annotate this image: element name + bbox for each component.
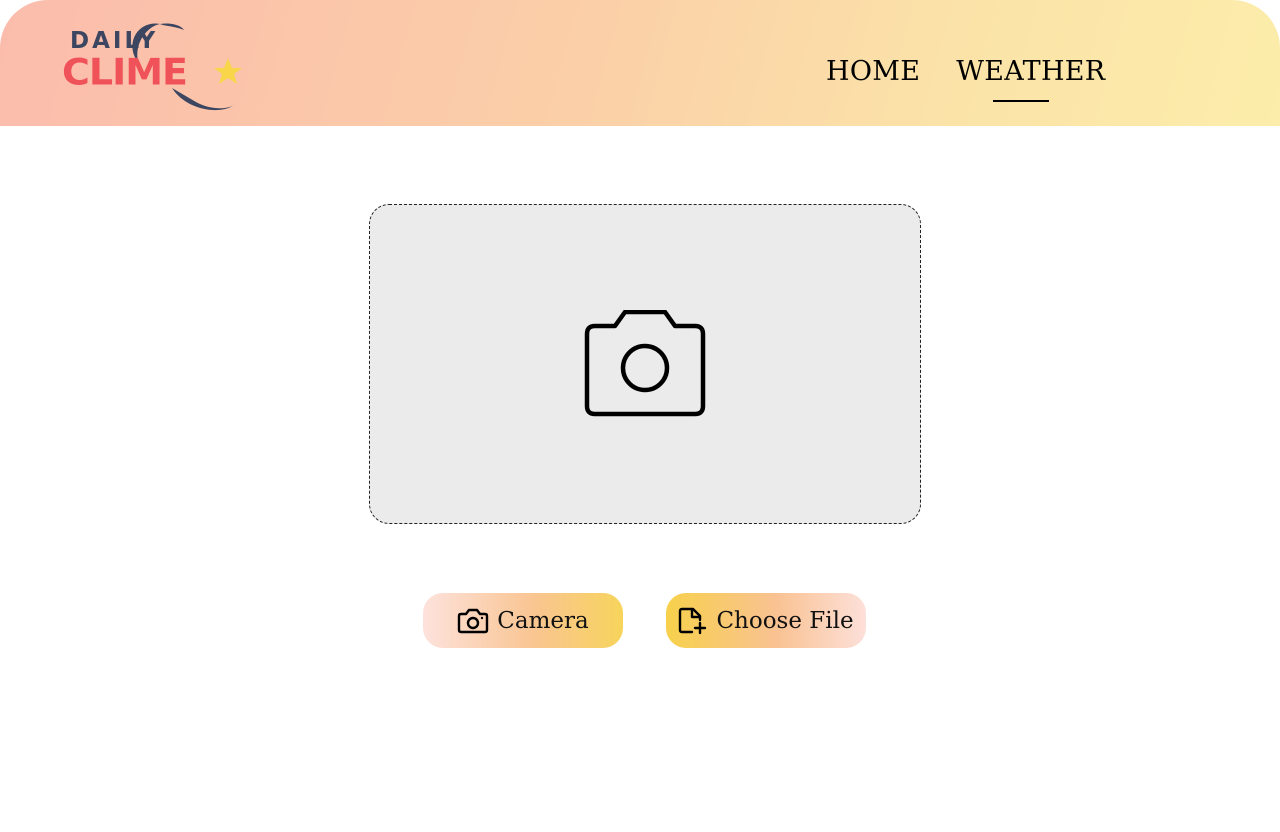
nav-home[interactable]: HOME <box>826 56 920 87</box>
main-nav: HOME WEATHER <box>826 56 1105 102</box>
nav-weather[interactable]: WEATHER <box>956 56 1105 102</box>
image-dropzone[interactable] <box>369 204 921 524</box>
file-add-icon <box>678 607 708 635</box>
daily-clime-logo[interactable]: DAILY CLIME <box>60 18 245 114</box>
site-header: DAILY CLIME HOME WEATHER <box>0 0 1280 126</box>
camera-icon <box>584 310 706 417</box>
star-icon <box>214 58 242 84</box>
camera-button-label: Camera <box>497 607 589 634</box>
camera-button[interactable]: Camera <box>423 593 623 648</box>
camera-icon <box>457 608 489 634</box>
choose-file-button[interactable]: Choose File <box>666 593 866 648</box>
logo-clime-text: CLIME <box>62 51 188 93</box>
logo-daily-text: DAILY <box>70 28 159 54</box>
choose-file-button-label: Choose File <box>716 607 854 634</box>
